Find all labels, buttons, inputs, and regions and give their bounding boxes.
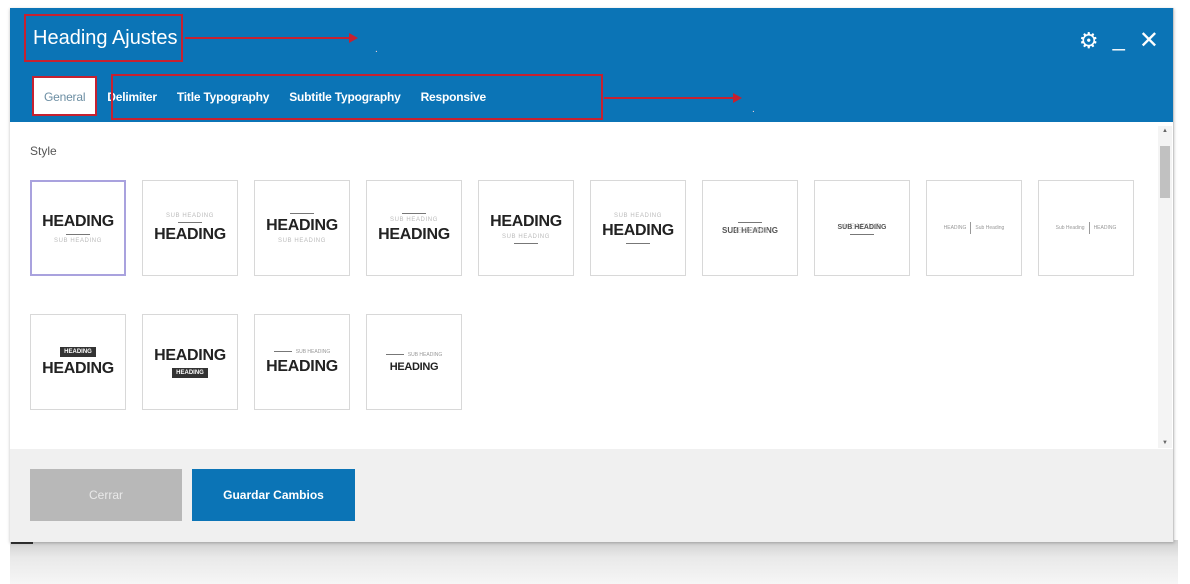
style-option-7[interactable]: SUB HEADING HEADING bbox=[702, 180, 798, 276]
style-subheading: Sub Heading bbox=[1055, 225, 1085, 231]
style-option-10[interactable]: Sub Heading HEADING bbox=[1038, 180, 1134, 276]
style-heading: HEADING bbox=[154, 225, 226, 243]
style-heading: HEADING bbox=[943, 225, 967, 231]
cancel-button[interactable]: Cerrar bbox=[30, 469, 182, 521]
window-controls: ⚙ _ ✕ bbox=[1079, 28, 1159, 53]
style-option-4[interactable]: SUB HEADING HEADING bbox=[366, 180, 462, 276]
settings-dialog: Heading Ajustes . ⚙ _ ✕ General Delimite… bbox=[10, 8, 1174, 542]
style-option-2[interactable]: SUB HEADING HEADING bbox=[142, 180, 238, 276]
style-option-6[interactable]: SUB HEADING HEADING bbox=[590, 180, 686, 276]
style-option-5[interactable]: HEADING SUB HEADING bbox=[478, 180, 574, 276]
style-subheading: SUB HEADING bbox=[295, 348, 331, 355]
style-heading: HEADING bbox=[266, 216, 338, 234]
style-option-13[interactable]: SUB HEADING HEADING bbox=[254, 314, 350, 410]
delimiter-line bbox=[850, 233, 874, 235]
style-section-label: Style bbox=[30, 144, 57, 158]
style-subheading: SUB HEADING bbox=[407, 351, 443, 358]
inline-heading-row: HEADING Sub Heading bbox=[943, 222, 1005, 234]
save-button[interactable]: Guardar Cambios bbox=[192, 469, 355, 521]
delimiter-line bbox=[178, 221, 202, 223]
window-shadow bbox=[10, 540, 1178, 584]
style-option-12[interactable]: HEADING HEADING bbox=[142, 314, 238, 410]
delimiter-line bbox=[290, 212, 314, 214]
delimiter-line bbox=[385, 354, 404, 355]
style-option-14[interactable]: SUB HEADING HEADING bbox=[366, 314, 462, 410]
style-heading: HEADING bbox=[490, 212, 562, 230]
scroll-thumb[interactable] bbox=[1160, 146, 1170, 198]
style-subheading: SUB HEADING bbox=[166, 212, 214, 219]
style-subheading: SUB HEADING bbox=[278, 237, 326, 244]
style-heading-overlay: HEADING bbox=[731, 225, 769, 235]
close-icon[interactable]: ✕ bbox=[1139, 29, 1159, 53]
annotation-arrow-tabs bbox=[604, 93, 742, 103]
delimiter-line bbox=[273, 351, 292, 352]
delimiter-line bbox=[402, 212, 426, 214]
style-heading: HEADING bbox=[154, 346, 226, 364]
style-option-3[interactable]: HEADING SUB HEADING bbox=[254, 180, 350, 276]
style-option-11[interactable]: HEADING HEADING bbox=[30, 314, 126, 410]
dialog-header: Heading Ajustes . ⚙ _ ✕ General Delimite… bbox=[10, 8, 1173, 122]
tab-responsive[interactable]: Responsive bbox=[411, 76, 496, 116]
style-subheading: Sub Heading bbox=[975, 225, 1005, 231]
delimiter-line bbox=[514, 242, 538, 244]
delimiter-line bbox=[66, 233, 90, 235]
style-subheading: HEADING bbox=[172, 367, 208, 378]
style-heading: HEADING bbox=[602, 221, 674, 239]
style-option-1[interactable]: HEADING SUB HEADING bbox=[30, 180, 126, 276]
scroll-up-arrow-icon[interactable]: ▲ bbox=[1162, 128, 1168, 134]
minimize-icon[interactable]: _ bbox=[1113, 28, 1125, 50]
scroll-down-arrow-icon[interactable]: ▼ bbox=[1162, 440, 1168, 446]
style-subheading: SUB HEADING bbox=[54, 237, 102, 244]
vertical-delimiter bbox=[970, 222, 972, 234]
dialog-footer: Cerrar Guardar Cambios bbox=[10, 449, 1173, 542]
dialog-title: Heading Ajustes bbox=[24, 14, 183, 62]
style-option-8[interactable]: HEADING SUB HEADING bbox=[814, 180, 910, 276]
style-subheading: SUB HEADING bbox=[837, 223, 887, 231]
style-subheading: SUB HEADING bbox=[390, 216, 438, 223]
style-subheading: SUB HEADING bbox=[502, 233, 550, 240]
gear-icon[interactable]: ⚙ bbox=[1079, 30, 1099, 52]
delimiter-subheading-row: SUB HEADING bbox=[385, 351, 443, 358]
tab-general[interactable]: General bbox=[32, 76, 98, 116]
style-heading: HEADING bbox=[42, 359, 114, 377]
style-heading: HEADING bbox=[266, 357, 338, 375]
annotation-mark: . bbox=[752, 104, 755, 115]
delimiter-line bbox=[626, 242, 650, 244]
annotation-arrow-title bbox=[185, 33, 358, 43]
tab-delimiter[interactable]: Delimiter bbox=[97, 76, 167, 116]
style-heading: HEADING bbox=[42, 212, 114, 230]
style-heading: HEADING bbox=[378, 225, 450, 243]
tab-bar: General Delimiter Title Typography Subti… bbox=[32, 76, 496, 116]
style-heading: HEADING bbox=[1093, 225, 1117, 231]
vertical-scrollbar[interactable]: ▲ ▼ bbox=[1158, 126, 1172, 448]
delimiter-subheading-row: SUB HEADING bbox=[273, 348, 331, 355]
style-subheading: HEADING bbox=[60, 346, 96, 357]
style-subheading: SUB HEADING bbox=[614, 212, 662, 219]
tab-title-typography[interactable]: Title Typography bbox=[167, 76, 279, 116]
annotation-mark: . bbox=[375, 44, 378, 55]
vertical-delimiter bbox=[1088, 222, 1090, 234]
delimiter-line bbox=[738, 221, 762, 223]
tab-subtitle-typography[interactable]: Subtitle Typography bbox=[279, 76, 410, 116]
style-heading: HEADING bbox=[389, 360, 439, 373]
style-option-9[interactable]: HEADING Sub Heading bbox=[926, 180, 1022, 276]
inline-heading-row: Sub Heading HEADING bbox=[1055, 222, 1117, 234]
